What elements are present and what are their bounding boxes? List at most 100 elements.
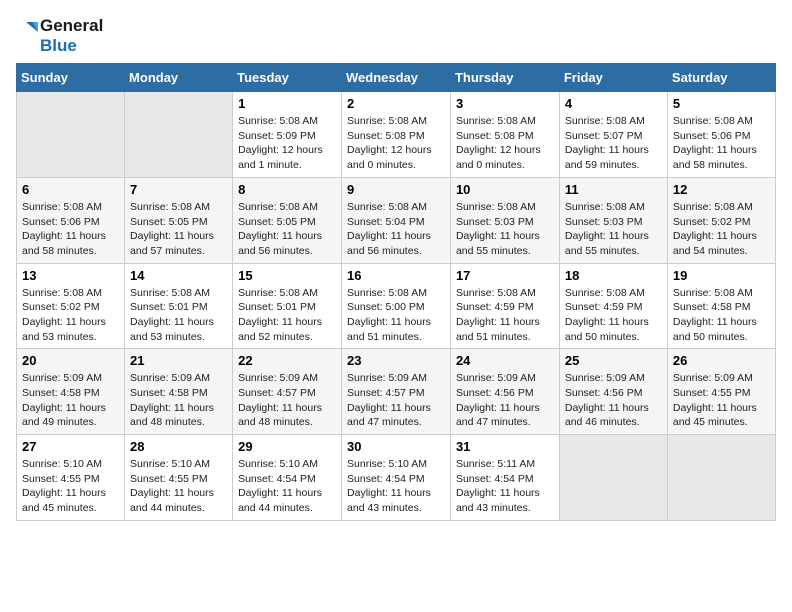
day-cell: 6 Sunrise: 5:08 AM Sunset: 5:06 PM Daylig… [17,177,125,263]
week-row-1: 1 Sunrise: 5:08 AM Sunset: 5:09 PM Daylig… [17,92,776,178]
day-info: Sunrise: 5:10 AM Sunset: 4:54 PM Dayligh… [347,457,445,516]
day-info: Sunrise: 5:10 AM Sunset: 4:55 PM Dayligh… [22,457,119,516]
day-info: Sunrise: 5:08 AM Sunset: 5:06 PM Dayligh… [22,200,119,259]
day-number: 8 [238,182,336,197]
day-info: Sunrise: 5:08 AM Sunset: 5:06 PM Dayligh… [673,114,770,173]
day-info: Sunrise: 5:08 AM Sunset: 5:01 PM Dayligh… [130,286,227,345]
day-number: 11 [565,182,662,197]
day-number: 15 [238,268,336,283]
day-number: 3 [456,96,554,111]
header-thursday: Thursday [450,64,559,92]
day-number: 6 [22,182,119,197]
week-row-3: 13Sunrise: 5:08 AM Sunset: 5:02 PM Dayli… [17,263,776,349]
logo-bird-icon [16,18,38,54]
day-number: 22 [238,353,336,368]
day-cell: 28Sunrise: 5:10 AM Sunset: 4:55 PM Dayli… [125,435,233,521]
day-cell: 29 Sunrise: 5:10 AM Sunset: 4:54 PM Dayli… [233,435,342,521]
header-wednesday: Wednesday [342,64,451,92]
day-number: 2 [347,96,445,111]
day-number: 12 [673,182,770,197]
calendar-table: SundayMondayTuesdayWednesdayThursdayFrid… [16,63,776,521]
day-info: Sunrise: 5:10 AM Sunset: 4:55 PM Dayligh… [130,457,227,516]
day-cell: 20Sunrise: 5:09 AM Sunset: 4:58 PM Dayli… [17,349,125,435]
day-cell: 31 Sunrise: 5:11 AM Sunset: 4:54 PM Dayli… [450,435,559,521]
day-cell: 13Sunrise: 5:08 AM Sunset: 5:02 PM Dayli… [17,263,125,349]
day-info: Sunrise: 5:09 AM Sunset: 4:55 PM Dayligh… [673,371,770,430]
day-info: Sunrise: 5:10 AM Sunset: 4:54 PM Dayligh… [238,457,336,516]
header-sunday: Sunday [17,64,125,92]
header-friday: Friday [559,64,667,92]
day-cell: 8Sunrise: 5:08 AM Sunset: 5:05 PM Daylig… [233,177,342,263]
logo-line1: General [40,16,103,36]
day-info: Sunrise: 5:09 AM Sunset: 4:57 PM Dayligh… [347,371,445,430]
day-info: Sunrise: 5:09 AM Sunset: 4:57 PM Dayligh… [238,371,336,430]
day-cell: 15Sunrise: 5:08 AM Sunset: 5:01 PM Dayli… [233,263,342,349]
day-number: 14 [130,268,227,283]
day-number: 19 [673,268,770,283]
day-info: Sunrise: 5:08 AM Sunset: 5:02 PM Dayligh… [673,200,770,259]
day-cell: 1 Sunrise: 5:08 AM Sunset: 5:09 PM Daylig… [233,92,342,178]
day-cell: 5 Sunrise: 5:08 AM Sunset: 5:06 PM Daylig… [667,92,775,178]
day-cell: 2 Sunrise: 5:08 AM Sunset: 5:08 PM Daylig… [342,92,451,178]
day-cell: 24Sunrise: 5:09 AM Sunset: 4:56 PM Dayli… [450,349,559,435]
day-number: 29 [238,439,336,454]
day-cell: 10 Sunrise: 5:08 AM Sunset: 5:03 PM Dayli… [450,177,559,263]
day-cell: 26 Sunrise: 5:09 AM Sunset: 4:55 PM Dayli… [667,349,775,435]
day-info: Sunrise: 5:08 AM Sunset: 5:00 PM Dayligh… [347,286,445,345]
day-cell [125,92,233,178]
day-info: Sunrise: 5:08 AM Sunset: 5:04 PM Dayligh… [347,200,445,259]
day-info: Sunrise: 5:08 AM Sunset: 4:59 PM Dayligh… [456,286,554,345]
day-cell: 14 Sunrise: 5:08 AM Sunset: 5:01 PM Dayli… [125,263,233,349]
day-cell: 19 Sunrise: 5:08 AM Sunset: 4:58 PM Dayli… [667,263,775,349]
week-row-4: 20 Sunrise: 5:09 AM Sunset: 4:58 PM Dayli… [17,349,776,435]
week-row-5: 27Sunrise: 5:10 AM Sunset: 4:55 PM Dayli… [17,435,776,521]
day-cell: 23 Sunrise: 5:09 AM Sunset: 4:57 PM Dayli… [342,349,451,435]
day-cell: 22 Sunrise: 5:09 AM Sunset: 4:57 PM Dayli… [233,349,342,435]
day-cell: 30 Sunrise: 5:10 AM Sunset: 4:54 PM Dayli… [342,435,451,521]
day-info: Sunrise: 5:08 AM Sunset: 5:08 PM Dayligh… [347,114,445,173]
day-cell: 25Sunrise: 5:09 AM Sunset: 4:56 PM Dayli… [559,349,667,435]
day-cell: 3 Sunrise: 5:08 AM Sunset: 5:08 PM Daylig… [450,92,559,178]
day-number: 20 [22,353,119,368]
day-number: 10 [456,182,554,197]
day-info: Sunrise: 5:08 AM Sunset: 5:05 PM Dayligh… [130,200,227,259]
day-cell: 18 Sunrise: 5:08 AM Sunset: 4:59 PM Dayli… [559,263,667,349]
logo: General Blue [16,16,103,55]
day-number: 9 [347,182,445,197]
day-number: 31 [456,439,554,454]
day-info: Sunrise: 5:08 AM Sunset: 5:03 PM Dayligh… [456,200,554,259]
day-number: 1 [238,96,336,111]
header-saturday: Saturday [667,64,775,92]
day-number: 26 [673,353,770,368]
day-cell: 12 Sunrise: 5:08 AM Sunset: 5:02 PM Dayli… [667,177,775,263]
day-cell: 4 Sunrise: 5:08 AM Sunset: 5:07 PM Daylig… [559,92,667,178]
logo-line2: Blue [40,36,103,56]
day-number: 30 [347,439,445,454]
day-cell [17,92,125,178]
day-info: Sunrise: 5:08 AM Sunset: 5:07 PM Dayligh… [565,114,662,173]
day-cell: 11 Sunrise: 5:08 AM Sunset: 5:03 PM Dayli… [559,177,667,263]
logo-container: General Blue [16,16,103,55]
day-number: 7 [130,182,227,197]
header-row: SundayMondayTuesdayWednesdayThursdayFrid… [17,64,776,92]
day-cell: 7 Sunrise: 5:08 AM Sunset: 5:05 PM Daylig… [125,177,233,263]
day-info: Sunrise: 5:08 AM Sunset: 5:08 PM Dayligh… [456,114,554,173]
day-info: Sunrise: 5:08 AM Sunset: 5:09 PM Dayligh… [238,114,336,173]
day-cell: 9 Sunrise: 5:08 AM Sunset: 5:04 PM Daylig… [342,177,451,263]
day-number: 17 [456,268,554,283]
day-info: Sunrise: 5:08 AM Sunset: 4:58 PM Dayligh… [673,286,770,345]
day-info: Sunrise: 5:08 AM Sunset: 5:03 PM Dayligh… [565,200,662,259]
day-cell: 27Sunrise: 5:10 AM Sunset: 4:55 PM Dayli… [17,435,125,521]
day-cell: 16Sunrise: 5:08 AM Sunset: 5:00 PM Dayli… [342,263,451,349]
day-number: 4 [565,96,662,111]
day-number: 18 [565,268,662,283]
day-info: Sunrise: 5:08 AM Sunset: 4:59 PM Dayligh… [565,286,662,345]
day-info: Sunrise: 5:11 AM Sunset: 4:54 PM Dayligh… [456,457,554,516]
day-cell: 21Sunrise: 5:09 AM Sunset: 4:58 PM Dayli… [125,349,233,435]
day-number: 25 [565,353,662,368]
day-info: Sunrise: 5:08 AM Sunset: 5:02 PM Dayligh… [22,286,119,345]
day-number: 23 [347,353,445,368]
day-number: 5 [673,96,770,111]
day-cell [559,435,667,521]
day-info: Sunrise: 5:09 AM Sunset: 4:58 PM Dayligh… [130,371,227,430]
